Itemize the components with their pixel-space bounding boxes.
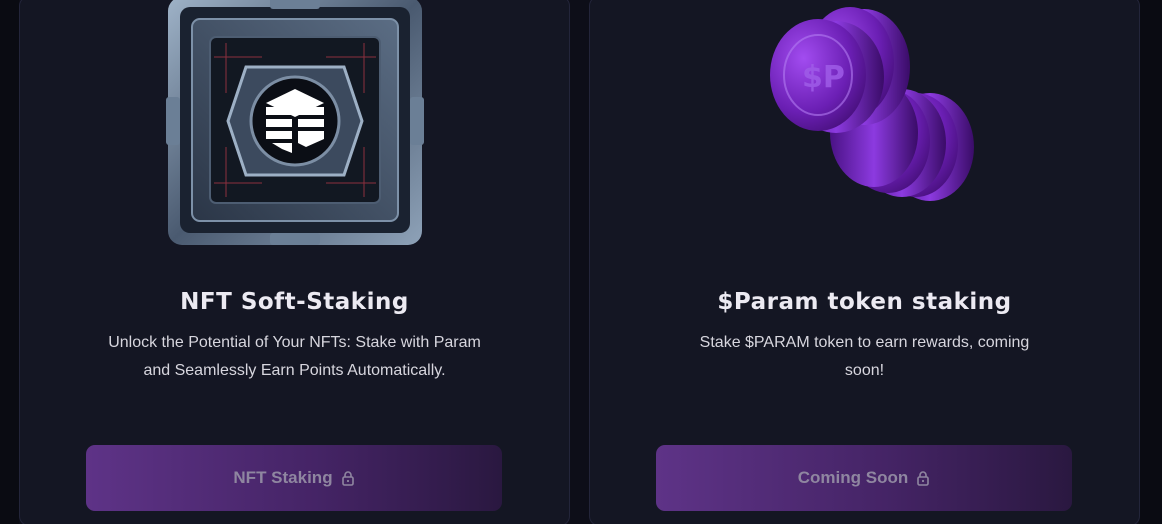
nft-staking-button[interactable]: NFT Staking (86, 445, 502, 511)
param-token-staking-card: $P $Param token staking Stake $PARAM tok… (589, 0, 1140, 524)
button-label: Coming Soon (797, 468, 909, 487)
card-title: NFT Soft-Staking (180, 289, 409, 315)
card-description: Unlock the Potential of Your NFTs: Stake… (20, 329, 569, 385)
description-line: Unlock the Potential of Your NFTs: Stake… (108, 334, 481, 351)
description-line: Stake $PARAM token to earn rewards, comi… (699, 334, 1030, 351)
nft-staking-card: NFT Soft-Staking Unlock the Potential of… (19, 0, 570, 524)
param-token-coins-image: $P (770, 7, 974, 201)
nft-cube-emblem-image (166, 0, 424, 245)
lock-icon (917, 471, 930, 486)
coming-soon-button[interactable]: Coming Soon (656, 445, 1072, 511)
staking-page: NFT Soft-Staking Unlock the Potential of… (0, 0, 1162, 524)
lock-icon (341, 471, 354, 486)
svg-text:$P: $P (802, 60, 845, 95)
card-title: $Param token staking (717, 289, 1012, 315)
card-description: Stake $PARAM token to earn rewards, comi… (590, 329, 1139, 385)
description-line: and Seamlessly Earn Points Automatically… (143, 362, 446, 379)
button-label: NFT Staking (233, 468, 333, 487)
page-edge-right (1139, 0, 1162, 524)
description-line: soon! (844, 362, 885, 379)
page-edge-left (0, 0, 19, 524)
